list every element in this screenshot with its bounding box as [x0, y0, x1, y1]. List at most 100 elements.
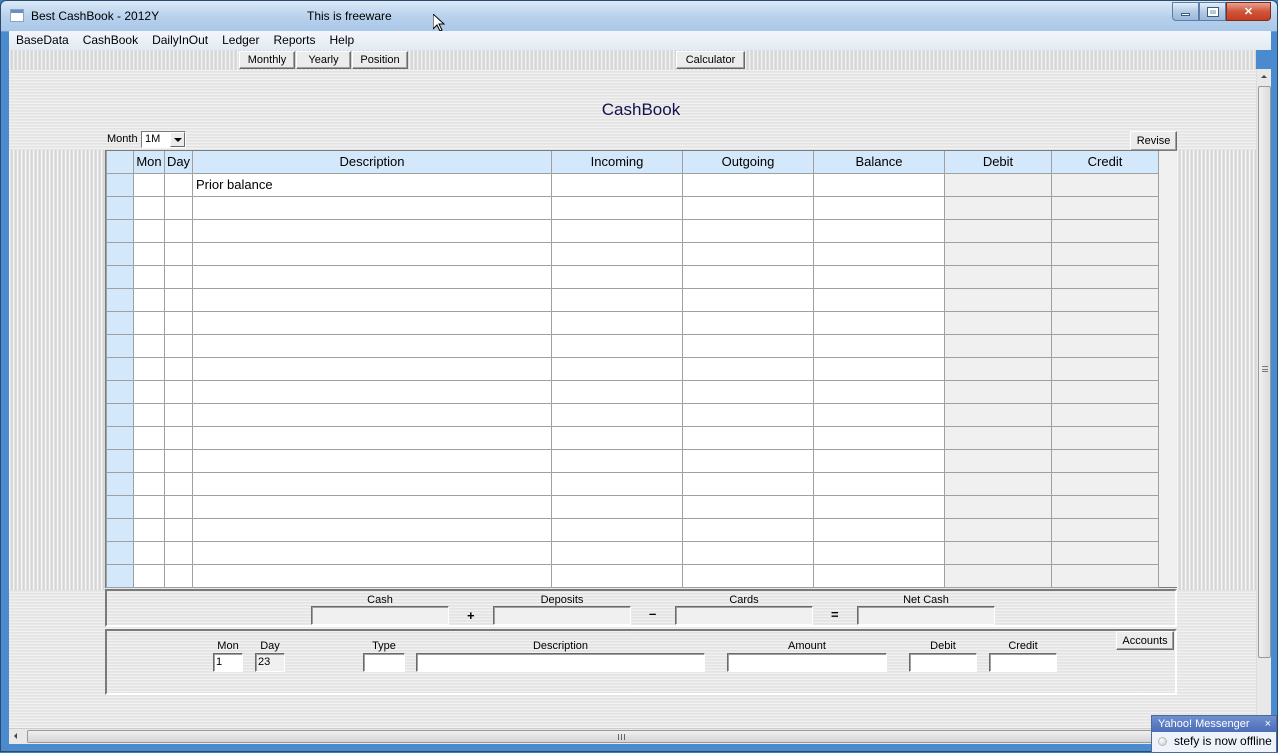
cell-debit[interactable]	[944, 287, 1052, 312]
row-selector[interactable]	[106, 333, 134, 358]
cell-mon[interactable]	[133, 241, 165, 266]
row-selector[interactable]	[106, 402, 134, 427]
cell-credit[interactable]	[1051, 287, 1159, 312]
column-header-mon[interactable]: Mon	[133, 151, 165, 174]
row-selector[interactable]	[106, 517, 134, 542]
column-header-credit[interactable]: Credit	[1051, 151, 1159, 174]
cell-balance[interactable]	[813, 540, 945, 565]
column-header-outgoing[interactable]: Outgoing	[682, 151, 814, 174]
table-row[interactable]	[106, 402, 1159, 427]
cell-debit[interactable]	[944, 333, 1052, 358]
cell-balance[interactable]	[813, 379, 945, 404]
entry-type-input[interactable]	[363, 653, 405, 672]
cell-day[interactable]	[164, 494, 193, 519]
cell-credit[interactable]	[1051, 356, 1159, 381]
cell-outgoing[interactable]	[682, 540, 814, 565]
table-row[interactable]	[106, 241, 1159, 266]
cell-day[interactable]	[164, 172, 193, 197]
cell-mon[interactable]	[133, 517, 165, 542]
cell-day[interactable]	[164, 356, 193, 381]
table-row[interactable]	[106, 448, 1159, 473]
revise-button[interactable]: Revise	[1130, 131, 1177, 151]
cell-mon[interactable]	[133, 333, 165, 358]
cell-balance[interactable]	[813, 402, 945, 427]
cell-balance[interactable]	[813, 218, 945, 243]
table-row[interactable]	[106, 563, 1159, 588]
cell-credit[interactable]	[1051, 471, 1159, 496]
entry-credit-input[interactable]	[989, 653, 1057, 672]
cell-credit[interactable]	[1051, 425, 1159, 450]
cell-day[interactable]	[164, 563, 193, 588]
table-row[interactable]	[106, 264, 1159, 289]
position-button[interactable]: Position	[352, 51, 408, 69]
cell-outgoing[interactable]	[682, 218, 814, 243]
row-selector[interactable]	[106, 264, 134, 289]
cell-outgoing[interactable]	[682, 172, 814, 197]
cell-balance[interactable]	[813, 287, 945, 312]
cell-balance[interactable]	[813, 241, 945, 266]
cell-outgoing[interactable]	[682, 471, 814, 496]
cell-debit[interactable]	[944, 425, 1052, 450]
horizontal-scroll-thumb[interactable]	[27, 730, 1247, 743]
cell-description[interactable]	[192, 425, 552, 450]
entry-description-input[interactable]	[416, 653, 705, 672]
cell-incoming[interactable]	[551, 333, 683, 358]
cell-mon[interactable]	[133, 356, 165, 381]
cell-debit[interactable]	[944, 379, 1052, 404]
cell-day[interactable]	[164, 540, 193, 565]
cell-day[interactable]	[164, 310, 193, 335]
cell-mon[interactable]	[133, 402, 165, 427]
cell-description[interactable]	[192, 195, 552, 220]
menu-basedata[interactable]: BaseData	[9, 31, 76, 50]
cell-incoming[interactable]	[551, 379, 683, 404]
cell-outgoing[interactable]	[682, 310, 814, 335]
cell-day[interactable]	[164, 241, 193, 266]
cell-day[interactable]	[164, 448, 193, 473]
column-header-balance[interactable]: Balance	[813, 151, 945, 174]
column-header-day[interactable]: Day	[164, 151, 193, 174]
cell-mon[interactable]	[133, 310, 165, 335]
cell-balance[interactable]	[813, 425, 945, 450]
cell-debit[interactable]	[944, 540, 1052, 565]
cell-mon[interactable]	[133, 425, 165, 450]
entry-mon-input[interactable]: 1	[213, 653, 243, 672]
row-selector[interactable]	[106, 563, 134, 588]
table-row[interactable]	[106, 333, 1159, 358]
yahoo-messenger-notification[interactable]: Yahoo! Messenger × stefy is now offline	[1151, 715, 1277, 753]
table-row[interactable]	[106, 379, 1159, 404]
cell-credit[interactable]	[1051, 264, 1159, 289]
cell-mon[interactable]	[133, 264, 165, 289]
cell-description[interactable]	[192, 356, 552, 381]
scroll-left-icon[interactable]	[9, 729, 25, 744]
cell-outgoing[interactable]	[682, 241, 814, 266]
cell-mon[interactable]	[133, 379, 165, 404]
cell-day[interactable]	[164, 264, 193, 289]
cell-debit[interactable]	[944, 264, 1052, 289]
cell-debit[interactable]	[944, 218, 1052, 243]
row-selector[interactable]	[106, 287, 134, 312]
cell-debit[interactable]	[944, 310, 1052, 335]
cell-description[interactable]	[192, 494, 552, 519]
cell-outgoing[interactable]	[682, 333, 814, 358]
entry-amount-input[interactable]	[727, 653, 887, 672]
cell-credit[interactable]	[1051, 195, 1159, 220]
cell-credit[interactable]	[1051, 540, 1159, 565]
cell-credit[interactable]	[1051, 333, 1159, 358]
cell-credit[interactable]	[1051, 494, 1159, 519]
cell-incoming[interactable]	[551, 356, 683, 381]
menu-ledger[interactable]: Ledger	[215, 31, 266, 50]
cell-debit[interactable]	[944, 241, 1052, 266]
month-select[interactable]: 1M	[141, 131, 186, 148]
cell-credit[interactable]	[1051, 172, 1159, 197]
row-selector[interactable]	[106, 448, 134, 473]
table-row[interactable]	[106, 310, 1159, 335]
column-header-incoming[interactable]: Incoming	[551, 151, 683, 174]
cell-balance[interactable]	[813, 494, 945, 519]
calculator-button[interactable]: Calculator	[676, 51, 745, 69]
cell-description[interactable]	[192, 563, 552, 588]
yearly-button[interactable]: Yearly	[296, 51, 351, 69]
cell-mon[interactable]	[133, 448, 165, 473]
cell-description[interactable]	[192, 264, 552, 289]
cell-incoming[interactable]	[551, 264, 683, 289]
cell-description[interactable]	[192, 310, 552, 335]
